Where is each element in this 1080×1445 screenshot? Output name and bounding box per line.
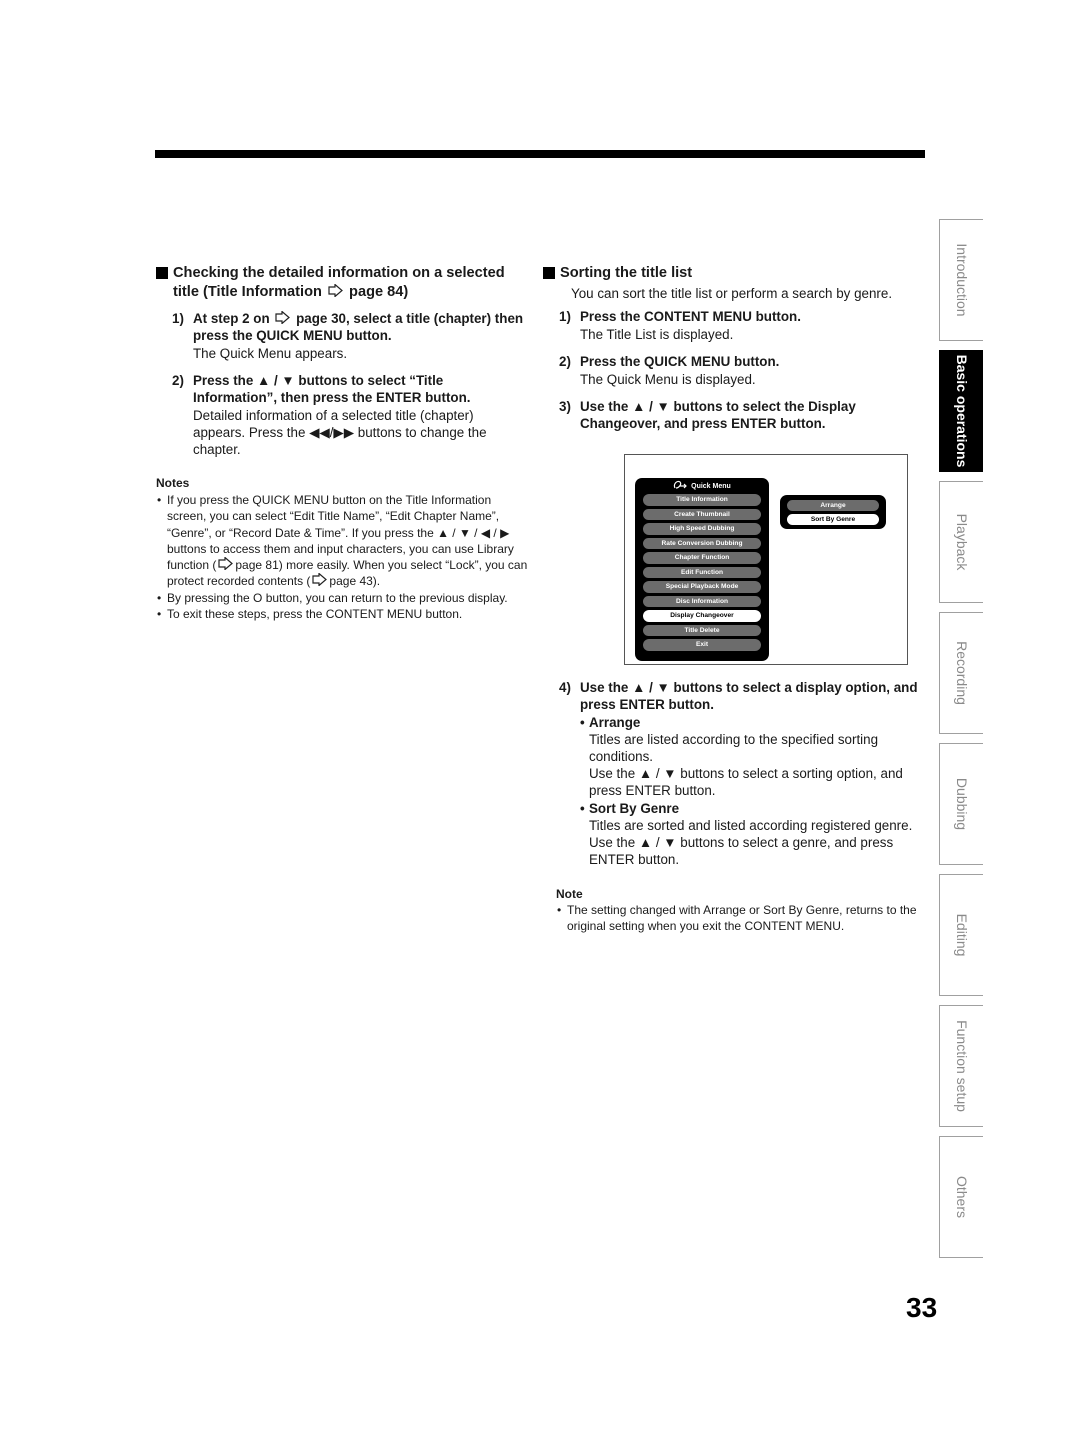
notes-title: Notes (156, 476, 190, 490)
square-bullet-icon (543, 267, 555, 279)
note-item: • The setting changed with Arrange or Sor… (557, 903, 917, 934)
side-tab-playback[interactable]: Playback (939, 481, 983, 603)
note-item: • To exit these steps, press the CONTENT … (157, 607, 463, 622)
quick-menu-item[interactable]: Special Playback Mode (643, 581, 761, 593)
step-2-description: Detailed information of a selected title… (193, 408, 487, 457)
side-tab-label: Basic operations (953, 354, 970, 468)
step-3: 3) Use the ▲ / ▼ buttons to select the D… (559, 399, 856, 431)
quick-menu-item[interactable]: Display Changeover (643, 610, 761, 622)
quick-menu-logo-icon (674, 480, 688, 489)
page-reference-arrow-icon (218, 557, 234, 571)
option-arrange-title: • Arrange (580, 715, 641, 730)
side-tab-label: Introduction (953, 243, 970, 317)
side-tab-label: Editing (953, 913, 970, 957)
quick-menu-item[interactable]: High Speed Dubbing (643, 523, 761, 535)
left-column: Checking the detailed information on a s… (156, 264, 528, 622)
option-sort-by-genre-description: Titles are sorted and listed according r… (589, 818, 913, 867)
page-reference-arrow-icon (328, 284, 343, 297)
note-item: • If you press the QUICK MENU button on … (157, 493, 528, 589)
square-bullet-icon (156, 267, 168, 279)
side-tab-editing[interactable]: Editing (939, 874, 983, 996)
quick-menu-item[interactable]: Rate Conversion Dubbing (643, 537, 761, 549)
side-tab-label: Playback (953, 513, 970, 571)
quick-menu-item[interactable]: Edit Function (643, 566, 761, 578)
option-sort-by-genre-title: • Sort By Genre (580, 801, 680, 816)
section-intro: You can sort the title list or perform a… (571, 286, 893, 301)
step-4: 4) Use the ▲ / ▼ buttons to select a dis… (543, 679, 925, 868)
note-item: • By pressing the O button, you can retur… (157, 590, 508, 605)
side-tab-label: Others (953, 1175, 970, 1219)
quick-menu-item[interactable]: Exit (643, 639, 761, 651)
page-reference-arrow-icon (275, 311, 291, 324)
quick-menu-item[interactable]: Create Thumbnail (643, 508, 761, 520)
section-heading-sorting: Sorting the title list (543, 264, 925, 283)
step-1-description: The Quick Menu appears. (193, 346, 348, 361)
quick-menu-screen-illustration: Quick Menu Title Information Create Thumb… (624, 454, 908, 665)
option-arrange-description: Titles are listed according to the speci… (589, 732, 903, 798)
side-tab-label: Dubbing (953, 777, 970, 831)
quick-menu-item[interactable]: Disc Information (643, 595, 761, 607)
quick-menu-panel: Quick Menu Title Information Create Thumb… (635, 478, 769, 661)
submenu-item[interactable]: Sort By Genre (787, 514, 879, 525)
quick-menu-item[interactable]: Chapter Function (643, 552, 761, 564)
page-reference-arrow-icon (312, 573, 328, 587)
header-rule (155, 150, 925, 158)
step-2: 2) Press the QUICK MENU button. The Quic… (559, 354, 780, 387)
quick-menu-item[interactable]: Title Information (643, 494, 761, 506)
page-number: 33 (906, 1292, 938, 1323)
side-tab-others[interactable]: Others (939, 1136, 983, 1258)
section-heading-title-information: Checking the detailed information on a s… (156, 264, 528, 302)
step-1: 1) At step 2 on page 30, select a title … (156, 310, 528, 362)
side-tab-label: Function setup (953, 1020, 970, 1112)
step-2: 2) Press the ▲ / ▼ buttons to select “Ti… (156, 372, 528, 458)
step-1: 1) Press the CONTENT MENU button. The Ti… (559, 309, 801, 342)
side-tab-introduction[interactable]: Introduction (939, 219, 983, 341)
side-tab-label: Recording (953, 641, 970, 705)
display-changeover-submenu: Arrange Sort By Genre (780, 495, 886, 529)
side-tab-function-setup[interactable]: Function setup (939, 1005, 983, 1127)
quick-menu-item[interactable]: Title Delete (643, 624, 761, 636)
side-tab-dubbing[interactable]: Dubbing (939, 743, 983, 865)
side-tab-recording[interactable]: Recording (939, 612, 983, 734)
side-tab-basic-operations[interactable]: Basic operations (939, 350, 983, 472)
note-title: Note (556, 887, 583, 901)
submenu-item[interactable]: Arrange (787, 500, 879, 511)
quick-menu-title: Quick Menu (635, 478, 769, 494)
